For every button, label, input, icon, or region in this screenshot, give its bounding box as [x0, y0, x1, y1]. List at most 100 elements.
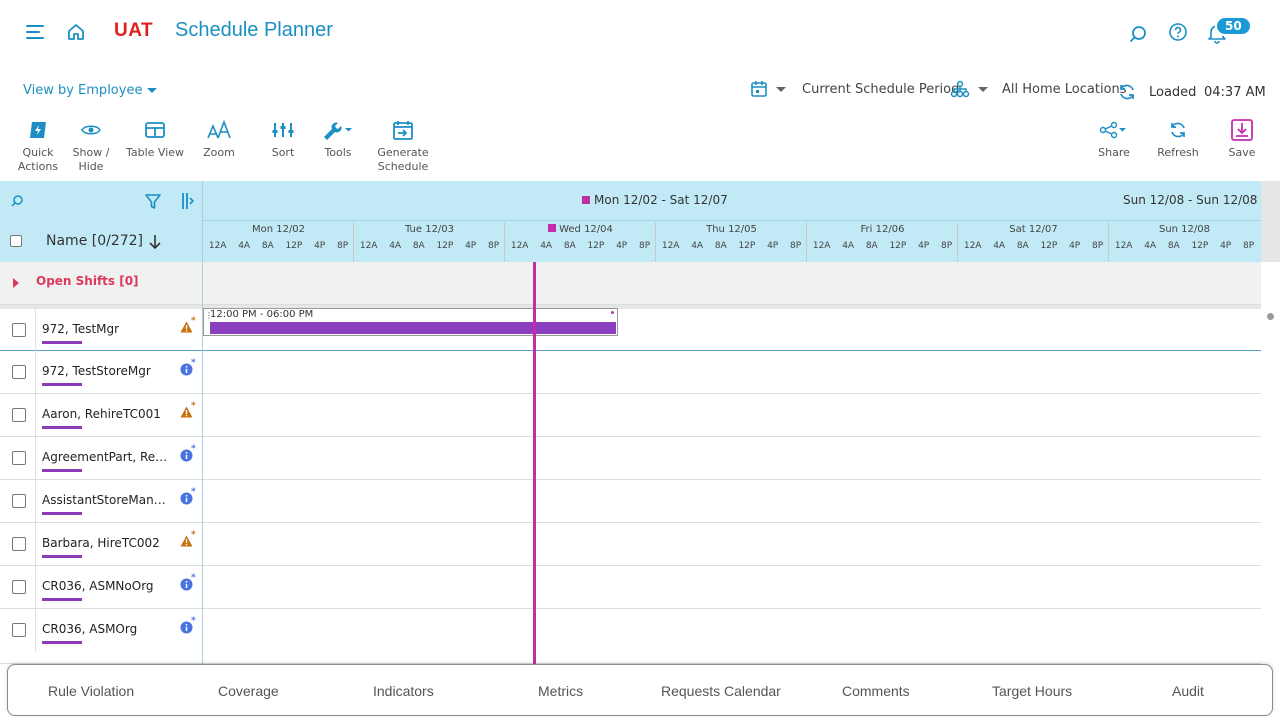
table-view-label: Table View: [125, 146, 185, 159]
tab-coverage[interactable]: Coverage: [218, 683, 279, 699]
day-label: Mon 12/02: [251, 224, 306, 235]
calendar-icon: [750, 80, 768, 98]
hour-label: 4A: [691, 241, 704, 251]
hierarchy-icon: [950, 80, 970, 98]
period-selector[interactable]: Current Schedule Period: [750, 80, 959, 98]
tab-rule-violation[interactable]: Rule Violation: [48, 683, 134, 699]
hour-label: 8P: [1091, 241, 1104, 251]
tab-indicators[interactable]: Indicators: [373, 683, 434, 699]
sort-button[interactable]: Sort: [253, 118, 313, 160]
generate-label: Generate Schedule: [377, 146, 429, 173]
employee-row[interactable]: CR036, ASMNoOrg *: [0, 566, 1261, 609]
hour-label: 4P: [918, 241, 930, 251]
employee-name[interactable]: Barbara, HireTC002: [42, 536, 170, 550]
employee-name[interactable]: AgreementPart, Reg...: [42, 450, 170, 464]
hour-label: 8P: [789, 241, 802, 251]
hour-label: 12P: [738, 241, 756, 251]
hour-label: 8A: [261, 241, 274, 251]
tab-comments[interactable]: Comments: [842, 683, 910, 699]
row-checkbox[interactable]: [12, 623, 26, 637]
employee-color-bar: [42, 555, 82, 558]
home-icon[interactable]: [66, 22, 86, 42]
sort-descending-icon[interactable]: [148, 234, 162, 250]
row-checkbox[interactable]: [12, 451, 26, 465]
asterisk-icon: *: [191, 616, 196, 626]
scrollbar-thumb[interactable]: [1267, 313, 1274, 320]
hour-labels: 12A 4A 8A 12P 4P 8P: [354, 241, 505, 251]
show-hide-button[interactable]: Show / Hide: [61, 118, 121, 174]
search-icon[interactable]: [1128, 24, 1148, 44]
quick-actions-button[interactable]: Quick Actions: [8, 118, 68, 174]
zoom-button[interactable]: Zoom: [189, 118, 249, 160]
help-icon[interactable]: [1168, 22, 1188, 42]
employee-row[interactable]: 972, TestStoreMgr *: [0, 351, 1261, 394]
employee-row[interactable]: Barbara, HireTC002 *: [0, 523, 1261, 566]
header-divider: [203, 220, 1260, 221]
row-checkbox[interactable]: [12, 323, 26, 337]
generate-schedule-button[interactable]: Generate Schedule: [373, 118, 433, 174]
day-header: Wed 12/04: [505, 224, 656, 235]
tools-button[interactable]: Tools: [308, 118, 368, 160]
expand-arrow-icon[interactable]: [13, 278, 19, 288]
share-button[interactable]: Share: [1084, 118, 1144, 160]
day-label: Sun 12/08: [1158, 224, 1211, 235]
day-label: Wed 12/04: [559, 224, 613, 235]
employee-name[interactable]: AssistantStoreMana...: [42, 493, 170, 507]
row-divider: [35, 351, 36, 394]
tools-label: Tools: [324, 146, 352, 159]
status-label: Loaded: [1149, 84, 1197, 100]
row-checkbox[interactable]: [12, 365, 26, 379]
chevron-down-icon: [147, 88, 158, 93]
name-column-header[interactable]: Name [0/272]: [46, 233, 143, 249]
tab-audit[interactable]: Audit: [1172, 683, 1204, 699]
asterisk-icon: *: [191, 444, 196, 454]
chevron-down-icon: [776, 86, 786, 92]
employee-row[interactable]: AgreementPart, Reg... *: [0, 437, 1261, 480]
asterisk-icon: *: [191, 316, 196, 326]
tab-metrics[interactable]: Metrics: [538, 683, 583, 699]
row-checkbox[interactable]: [12, 537, 26, 551]
shift-time-label: 12:00 PM - 06:00 PM: [210, 309, 314, 320]
employee-name[interactable]: 972, TestMgr: [42, 322, 170, 336]
employee-name[interactable]: 972, TestStoreMgr: [42, 364, 170, 378]
row-checkbox[interactable]: [12, 408, 26, 422]
employee-row[interactable]: Aaron, RehireTC001 *: [0, 394, 1261, 437]
quick-actions-label: Quick Actions: [17, 146, 59, 173]
employee-name[interactable]: CR036, ASMNoOrg: [42, 579, 170, 593]
row-divider: [35, 566, 36, 609]
day-label: Fri 12/06: [860, 224, 905, 235]
share-label: Share: [1098, 146, 1130, 159]
employee-row[interactable]: CR036, ASMOrg *: [0, 609, 1261, 664]
week1-label: Mon 12/02 - Sat 12/07: [594, 193, 728, 207]
employee-row[interactable]: 972, TestMgr *: [0, 309, 1261, 352]
hour-label: 4P: [314, 241, 326, 251]
tab-requests-calendar[interactable]: Requests Calendar: [661, 683, 781, 699]
employee-name[interactable]: CR036, ASMOrg: [42, 622, 170, 636]
sync-icon[interactable]: [1117, 82, 1137, 102]
employee-name[interactable]: Aaron, RehireTC001: [42, 407, 170, 421]
save-button[interactable]: Save: [1212, 118, 1272, 160]
sliders-icon: [253, 118, 313, 142]
refresh-button[interactable]: Refresh: [1148, 118, 1208, 160]
hour-label: 8A: [1167, 241, 1180, 251]
collapse-column-icon[interactable]: [181, 192, 195, 210]
location-selector[interactable]: All Home Locations: [950, 80, 1127, 98]
hour-labels: 12A 4A 8A 12P 4P 8P: [656, 241, 807, 251]
filter-icon[interactable]: [144, 193, 162, 211]
day-header: Tue 12/03: [354, 224, 505, 235]
row-checkbox[interactable]: [12, 580, 26, 594]
shift-bar[interactable]: [210, 322, 616, 334]
select-all-checkbox[interactable]: [10, 235, 22, 247]
row-checkbox[interactable]: [12, 494, 26, 508]
view-by-dropdown[interactable]: View by Employee: [23, 83, 158, 98]
search-icon[interactable]: [10, 194, 24, 208]
tab-target-hours[interactable]: Target Hours: [992, 683, 1072, 699]
table-view-button[interactable]: Table View: [125, 118, 185, 160]
employee-row[interactable]: AssistantStoreMana... *: [0, 480, 1261, 523]
hour-label: 12A: [963, 241, 982, 251]
main-menu-icon[interactable]: [26, 23, 46, 41]
vertical-scrollbar[interactable]: [1261, 309, 1280, 664]
open-shifts-label[interactable]: Open Shifts [0]: [36, 274, 139, 288]
drag-handle-icon[interactable]: ⋮: [205, 312, 213, 320]
hour-label: 4A: [842, 241, 855, 251]
